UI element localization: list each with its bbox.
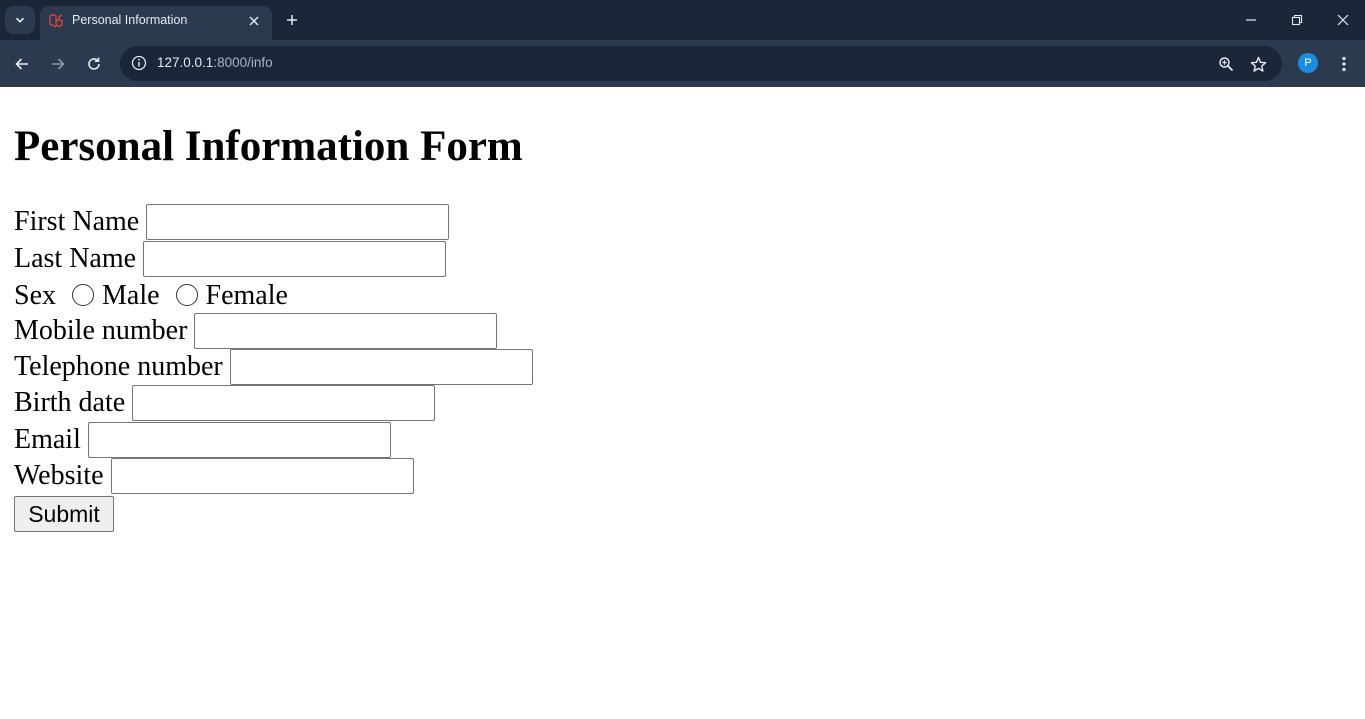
telephone-number-label: Telephone number bbox=[14, 350, 223, 382]
first-name-input[interactable] bbox=[146, 204, 450, 241]
url-text[interactable]: 127.0.0.1:8000/info bbox=[157, 55, 273, 70]
last-name-label: Last Name bbox=[14, 242, 137, 274]
restore-button[interactable] bbox=[1282, 6, 1312, 34]
birth-date-row: Birth date bbox=[14, 385, 533, 422]
website-row: Website bbox=[14, 458, 533, 495]
telephone-number-row: Telephone number bbox=[14, 348, 533, 385]
close-icon bbox=[249, 16, 259, 26]
close-icon bbox=[1337, 14, 1349, 26]
first-name-label: First Name bbox=[14, 206, 140, 238]
website-label: Website bbox=[14, 460, 104, 492]
email-row: Email bbox=[14, 421, 533, 458]
website-input[interactable] bbox=[110, 458, 414, 495]
plus-icon bbox=[287, 15, 297, 25]
sex-male-radio[interactable] bbox=[72, 284, 94, 307]
profile-avatar[interactable]: P bbox=[1298, 53, 1318, 73]
mobile-number-input[interactable] bbox=[194, 312, 498, 349]
tab-close-button[interactable] bbox=[244, 11, 264, 31]
sex-label: Sex bbox=[14, 280, 56, 312]
tab-search-button[interactable] bbox=[5, 6, 35, 34]
bookmark-button[interactable] bbox=[1246, 52, 1270, 76]
arrow-left-icon bbox=[15, 58, 28, 70]
tab-title: Personal Information bbox=[72, 13, 188, 27]
personal-information-form: First Name Last Name Sex Male Female Mob… bbox=[14, 204, 533, 533]
sex-female-label[interactable]: Female bbox=[206, 280, 288, 312]
url-path: :8000/info bbox=[213, 55, 273, 70]
sex-male-label[interactable]: Male bbox=[102, 280, 160, 312]
close-window-button[interactable] bbox=[1328, 6, 1358, 34]
site-info-button[interactable] bbox=[128, 52, 150, 74]
first-name-row: First Name bbox=[14, 204, 533, 241]
minimize-button[interactable] bbox=[1236, 6, 1266, 34]
submit-button[interactable]: Submit bbox=[14, 496, 114, 533]
page-content: Personal Information Form First Name Las… bbox=[0, 87, 1365, 719]
info-icon bbox=[131, 55, 147, 71]
zoom-button[interactable] bbox=[1214, 52, 1238, 76]
chevron-down-icon bbox=[15, 17, 25, 23]
birth-date-label: Birth date bbox=[14, 387, 126, 419]
restore-icon bbox=[1291, 14, 1303, 26]
new-tab-button[interactable] bbox=[280, 8, 304, 32]
sex-row: Sex Male Female bbox=[14, 277, 533, 313]
reload-icon bbox=[88, 57, 100, 70]
email-label: Email bbox=[14, 423, 81, 455]
mobile-number-row: Mobile number bbox=[14, 312, 533, 349]
reload-button[interactable] bbox=[80, 50, 108, 78]
forward-button[interactable] bbox=[44, 50, 72, 78]
browser-toolbar: 127.0.0.1:8000/info P bbox=[0, 40, 1365, 87]
back-button[interactable] bbox=[8, 50, 36, 78]
email-input[interactable] bbox=[87, 421, 391, 458]
address-bar[interactable]: 127.0.0.1:8000/info bbox=[120, 46, 1282, 81]
browser-menu-button[interactable] bbox=[1332, 50, 1356, 78]
kebab-menu-icon bbox=[1342, 56, 1346, 72]
minimize-icon bbox=[1246, 19, 1256, 21]
laravel-icon bbox=[49, 13, 63, 28]
last-name-row: Last Name bbox=[14, 240, 533, 277]
arrow-right-icon bbox=[52, 58, 65, 70]
birth-date-input[interactable] bbox=[132, 385, 436, 422]
url-host: 127.0.0.1 bbox=[157, 55, 214, 70]
sex-female-radio[interactable] bbox=[175, 284, 198, 307]
tab-strip: Personal Information bbox=[0, 0, 1365, 40]
telephone-number-input[interactable] bbox=[229, 348, 533, 385]
last-name-input[interactable] bbox=[143, 240, 447, 277]
zoom-icon bbox=[1219, 57, 1234, 72]
mobile-number-label: Mobile number bbox=[14, 314, 188, 346]
tab-personal-information[interactable]: Personal Information bbox=[40, 6, 272, 40]
page-title: Personal Information Form bbox=[14, 123, 523, 170]
star-icon bbox=[1250, 56, 1266, 72]
